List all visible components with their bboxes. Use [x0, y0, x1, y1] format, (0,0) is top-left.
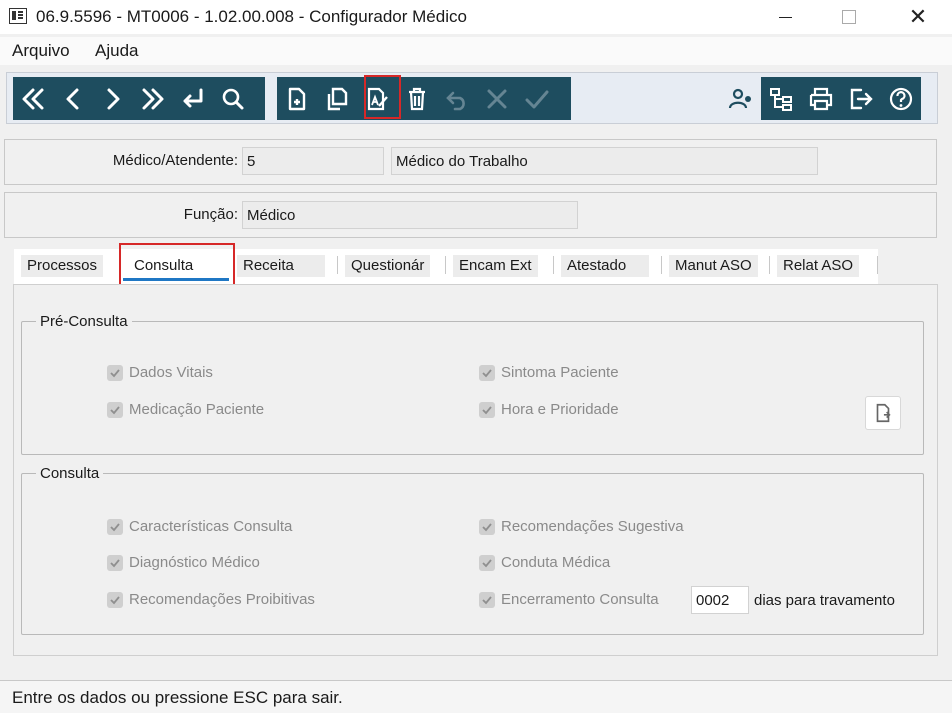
structure-icon[interactable] [761, 77, 801, 120]
check-icon [107, 518, 123, 535]
print-icon[interactable] [801, 77, 841, 120]
menu-ajuda[interactable]: Ajuda [95, 41, 138, 61]
check-icon [479, 591, 495, 608]
caracteristicas-consulta-label: Características Consulta [129, 518, 293, 535]
encerramento-consulta-checkbox[interactable]: Encerramento Consulta [479, 591, 659, 608]
funcao-field[interactable]: Médico [242, 201, 578, 229]
medicacao-paciente-label: Medicação Paciente [129, 401, 265, 418]
tab-questionar[interactable]: Questionár [345, 255, 431, 277]
app-icon [9, 8, 27, 24]
recomendacoes-proibitivas-checkbox[interactable]: Recomendações Proibitivas [107, 591, 315, 608]
toolbar [6, 72, 938, 124]
close-button[interactable]: ✕ [895, 0, 941, 34]
sintoma-paciente-label: Sintoma Paciente [501, 364, 619, 381]
check-icon [479, 401, 495, 418]
tab-relat-aso[interactable]: Relat ASO [777, 255, 860, 277]
caracteristicas-consulta-checkbox[interactable]: Características Consulta [107, 518, 292, 535]
recomendacoes-sugestiva-label: Recomendações Sugestiva [501, 518, 684, 535]
check-icon [479, 364, 495, 381]
last-record-icon[interactable] [133, 77, 173, 120]
hora-prioridade-checkbox[interactable]: Hora e Prioridade [479, 401, 619, 418]
consulta-title: Consulta [36, 465, 104, 482]
status-bar: Entre os dados ou pressione ESC para sai… [0, 680, 952, 713]
exit-icon[interactable] [841, 77, 881, 120]
recomendacoes-sugestiva-checkbox[interactable]: Recomendações Sugestiva [479, 518, 684, 535]
medico-description-field: Médico do Trabalho [391, 147, 818, 175]
recomendacoes-proibitivas-label: Recomendações Proibitivas [129, 591, 315, 608]
delete-icon[interactable] [397, 77, 437, 120]
right-toolbar-group [721, 77, 931, 120]
new-document-button[interactable] [865, 396, 901, 430]
check-icon [107, 554, 123, 571]
goto-icon[interactable] [173, 77, 213, 120]
navigation-toolbar-group [13, 77, 265, 120]
search-icon[interactable] [213, 77, 253, 120]
edit-highlight [364, 75, 401, 119]
undo-icon[interactable] [437, 77, 477, 120]
tab-manut-aso[interactable]: Manut ASO [669, 255, 758, 277]
tab-separator [445, 256, 446, 274]
status-text: Entre os dados ou pressione ESC para sai… [12, 688, 343, 707]
tab-processos[interactable]: Processos [21, 255, 104, 277]
medicacao-paciente-checkbox[interactable]: Medicação Paciente [107, 401, 264, 418]
new-document-icon [876, 403, 891, 423]
tab-receita[interactable]: Receita [237, 255, 325, 277]
check-icon [479, 554, 495, 571]
check-icon [107, 591, 123, 608]
funcao-label: Função: [183, 206, 238, 223]
encerramento-consulta-label: Encerramento Consulta [501, 591, 659, 608]
copy-icon[interactable] [317, 77, 357, 120]
edit-toolbar-group [277, 77, 571, 120]
sintoma-paciente-checkbox[interactable]: Sintoma Paciente [479, 364, 619, 381]
confirm-icon[interactable] [517, 77, 557, 120]
tab-separator [877, 256, 878, 274]
consulta-tab-highlight [119, 243, 235, 286]
title-bar: 06.9.5596 - MT0006 - 1.02.00.008 - Confi… [0, 0, 952, 34]
diagnostico-medico-checkbox[interactable]: Diagnóstico Médico [107, 554, 260, 571]
user-settings-icon[interactable] [721, 77, 761, 120]
check-icon [107, 401, 123, 418]
dados-vitais-checkbox[interactable]: Dados Vitais [107, 364, 213, 381]
tab-separator [337, 256, 338, 274]
medico-label: Médico/Atendente: [112, 152, 238, 169]
dias-travamento-input[interactable]: 0002 [691, 586, 749, 614]
pre-consulta-title: Pré-Consulta [36, 313, 132, 330]
menu-bar: Arquivo Ajuda [0, 37, 952, 65]
dados-vitais-label: Dados Vitais [129, 364, 213, 381]
tab-encam-ext[interactable]: Encam Ext [453, 255, 538, 277]
minimize-button[interactable] [762, 0, 808, 34]
tab-atestado[interactable]: Atestado [561, 255, 649, 277]
menu-arquivo[interactable]: Arquivo [12, 41, 70, 61]
hora-prioridade-label: Hora e Prioridade [501, 401, 619, 418]
help-icon[interactable] [881, 77, 921, 120]
check-icon [479, 518, 495, 535]
window-title: 06.9.5596 - MT0006 - 1.02.00.008 - Confi… [36, 7, 467, 26]
first-record-icon[interactable] [13, 77, 53, 120]
next-record-icon[interactable] [93, 77, 133, 120]
tab-separator [769, 256, 770, 274]
conduta-medica-label: Conduta Médica [501, 554, 611, 571]
check-icon [107, 364, 123, 381]
diagnostico-medico-label: Diagnóstico Médico [129, 554, 260, 571]
medico-code-field[interactable]: 5 [242, 147, 384, 175]
tab-separator [553, 256, 554, 274]
cancel-icon[interactable] [477, 77, 517, 120]
new-icon[interactable] [277, 77, 317, 120]
dias-travamento-label: dias para travamento [754, 592, 895, 609]
previous-record-icon[interactable] [53, 77, 93, 120]
maximize-button[interactable] [826, 0, 872, 34]
pre-consulta-group [21, 321, 924, 455]
tab-separator [661, 256, 662, 274]
conduta-medica-checkbox[interactable]: Conduta Médica [479, 554, 610, 571]
